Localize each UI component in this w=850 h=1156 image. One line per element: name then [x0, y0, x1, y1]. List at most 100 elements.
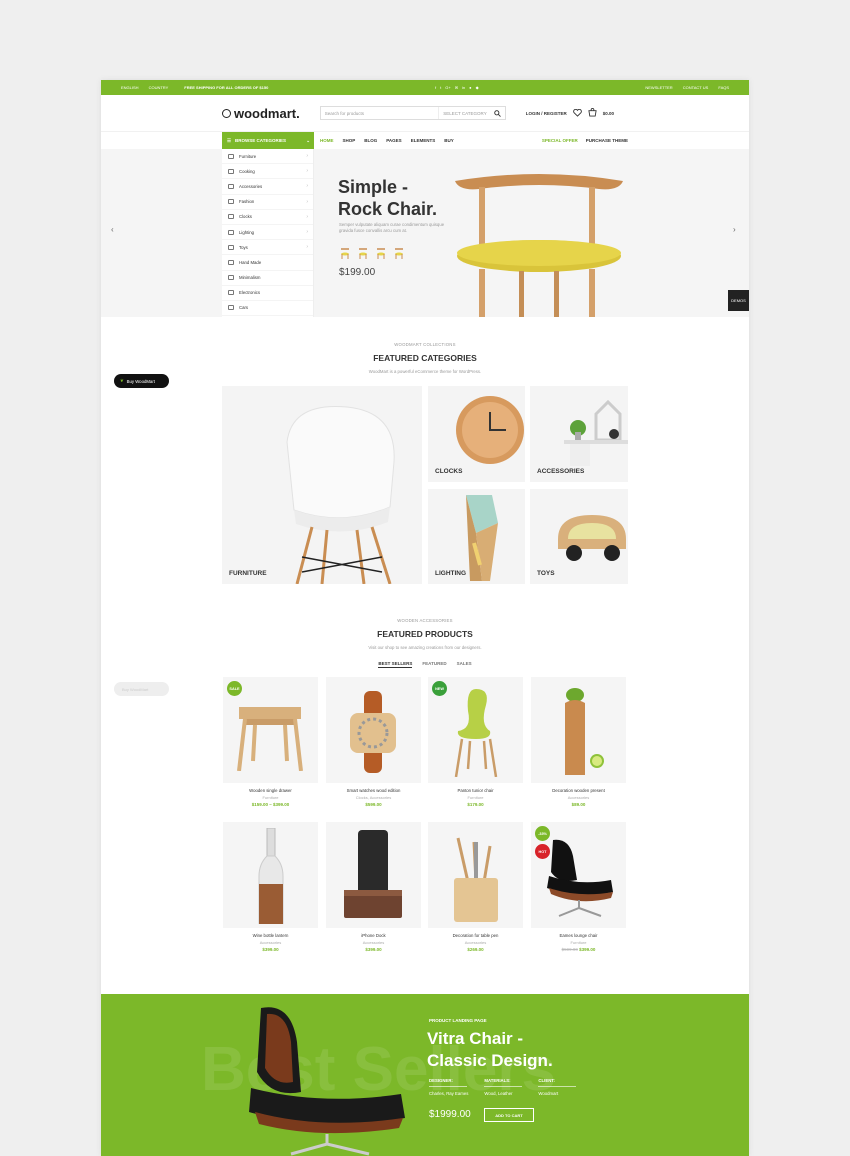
white-chair-image — [286, 405, 395, 584]
logo[interactable]: woodmart. — [222, 106, 300, 121]
spec-heading: MATERIALS: — [484, 1078, 523, 1087]
purchase-theme-link[interactable]: PURCHASE THEME — [586, 138, 628, 143]
banner-title-line: Vitra Chair - — [427, 1029, 524, 1048]
category-fashion[interactable]: Fashion › — [222, 195, 313, 210]
demos-button[interactable]: DEMOS — [728, 290, 749, 311]
category-hand-made[interactable]: Hand Made — [222, 255, 313, 271]
category-tile-clocks[interactable]: CLOCKS — [428, 386, 525, 482]
product-card[interactable]: Decoration wooden present Accessories $8… — [531, 677, 626, 807]
faqs-link[interactable]: FAQS — [718, 85, 729, 90]
language-select[interactable]: ENGLISH — [121, 85, 139, 90]
category-cars[interactable]: Cars — [222, 301, 313, 317]
product-image[interactable]: SALE — [223, 677, 318, 783]
product-name[interactable]: Wooden single drawer — [223, 788, 318, 793]
currency-select[interactable]: COUNTRY — [149, 85, 169, 90]
product-name[interactable]: iPhone Dock — [326, 933, 421, 938]
shelf-image — [564, 400, 628, 466]
tab-featured[interactable]: FEATURED — [422, 661, 446, 668]
chair-thumbnail[interactable] — [375, 246, 387, 259]
browse-categories-button[interactable]: ☰ BROWSE CATEGORIES ⌄ — [222, 131, 314, 150]
product-category[interactable]: Accessories — [531, 795, 626, 800]
product-image[interactable] — [326, 822, 421, 928]
menu-elements[interactable]: ELEMENTS — [411, 138, 436, 143]
prev-slide-icon[interactable]: ‹ — [111, 225, 114, 234]
category-minimalism[interactable]: Minimalism — [222, 271, 313, 286]
product-category[interactable]: Furniture — [531, 940, 626, 945]
product-name[interactable]: Eames lounge chair — [531, 933, 626, 938]
chevron-right-icon: › — [306, 168, 308, 175]
search-input[interactable]: Search for products — [321, 111, 438, 116]
product-card[interactable]: NEW Panton tunior chair Furniture $179.0… — [428, 677, 523, 807]
product-card[interactable]: Smart watches wood edition Clocks, Acces… — [326, 677, 421, 807]
product-card[interactable]: SALE Wooden single drawer Furniture $159… — [223, 677, 318, 807]
product-name[interactable]: Panton tunior chair — [428, 788, 523, 793]
category-accessories[interactable]: Accessories › — [222, 179, 313, 195]
product-image[interactable] — [531, 677, 626, 783]
cart-total[interactable]: $0.00 — [603, 111, 614, 116]
category-electronics[interactable]: Electronics — [222, 286, 313, 301]
product-image[interactable] — [428, 822, 523, 928]
category-cooking[interactable]: Cooking › — [222, 164, 313, 180]
wishlist-icon[interactable] — [572, 108, 582, 118]
product-name[interactable]: Decoration wooden present — [531, 788, 626, 793]
menu-shop[interactable]: SHOP — [343, 138, 356, 143]
product-image[interactable]: -33% HOT — [531, 822, 626, 928]
category-clocks[interactable]: Clocks › — [222, 210, 313, 225]
facebook-icon[interactable]: f — [435, 85, 436, 90]
product-category[interactable]: Furniture — [223, 795, 318, 800]
login-link[interactable]: LOGIN / REGISTER — [526, 111, 567, 116]
buy-woodmart-button[interactable]: ❦ Buy WoodMart — [114, 374, 169, 388]
category-toys[interactable]: Toys › — [222, 240, 313, 256]
product-name[interactable]: Smart watches wood edition — [326, 788, 421, 793]
product-name[interactable]: Wine bottle lantern — [223, 933, 318, 938]
product-card[interactable]: -33% HOT Eames lounge chair Furniture $5… — [531, 822, 626, 952]
product-category[interactable]: Clocks, Accessories — [326, 795, 421, 800]
product-image[interactable] — [223, 822, 318, 928]
twitter-icon[interactable]: t — [440, 85, 441, 90]
product-image[interactable] — [326, 677, 421, 783]
category-label: Accessories — [239, 183, 263, 189]
linkedin-icon[interactable]: in — [462, 85, 465, 90]
menu-buy[interactable]: BUY — [444, 138, 454, 143]
tab-sales[interactable]: SALES — [457, 661, 472, 668]
pinterest-icon[interactable]: ● — [469, 85, 471, 90]
menu-home[interactable]: HOME — [320, 138, 334, 143]
product-name[interactable]: Decoration for table pen — [428, 933, 523, 938]
tab-best-sellers[interactable]: BEST SELLERS — [378, 661, 413, 668]
category-tile-toys[interactable]: TOYS — [530, 489, 628, 584]
email-icon[interactable]: ✉ — [455, 85, 458, 90]
category-tile-lighting[interactable]: LIGHTING — [428, 489, 525, 584]
category-lighting[interactable]: Lighting › — [222, 225, 313, 241]
contact-link[interactable]: CONTACT US — [683, 85, 709, 90]
spec-heading: CLIENT: — [538, 1078, 577, 1087]
category-tile-accessories[interactable]: ACCESSORIES — [530, 386, 628, 482]
search-icon[interactable] — [491, 107, 505, 119]
newsletter-link[interactable]: NEWSLETTER — [645, 85, 672, 90]
product-card[interactable]: iPhone Dock Accessories $399.00 — [326, 822, 421, 952]
google-plus-icon[interactable]: G+ — [445, 85, 450, 90]
next-slide-icon[interactable]: › — [733, 225, 736, 234]
category-select[interactable]: SELECT CATEGORY — [438, 107, 491, 119]
rock-chair-image — [455, 174, 623, 317]
product-category[interactable]: Accessories — [223, 940, 318, 945]
category-tile-furniture[interactable]: FURNITURE — [222, 386, 422, 584]
category-furniture[interactable]: Furniture › — [222, 149, 313, 165]
product-card[interactable]: Decoration for table pen Accessories $26… — [428, 822, 523, 952]
buy-woodmart-button-faded[interactable]: Buy WoodMart — [114, 682, 169, 696]
add-to-cart-button[interactable]: ADD TO CART — [484, 1108, 534, 1122]
chair-thumbnail[interactable] — [357, 246, 369, 259]
product-category[interactable]: Furniture — [428, 795, 523, 800]
product-category[interactable]: Accessories — [428, 940, 523, 945]
cart-icon[interactable] — [588, 108, 597, 118]
product-image[interactable]: NEW — [428, 677, 523, 783]
tile-label: CLOCKS — [435, 468, 463, 475]
chair-thumbnail[interactable] — [393, 246, 405, 259]
menu-blog[interactable]: BLOG — [364, 138, 377, 143]
vk-icon[interactable]: ◆ — [476, 85, 479, 90]
chair-thumbnail[interactable] — [339, 246, 351, 259]
menu-pages[interactable]: PAGES — [386, 138, 401, 143]
fashion-icon — [228, 199, 234, 205]
product-category[interactable]: Accessories — [326, 940, 421, 945]
product-card[interactable]: Wine bottle lantern Accessories $399.00 — [223, 822, 318, 952]
special-offer-link[interactable]: SPECIAL OFFER — [542, 138, 578, 143]
